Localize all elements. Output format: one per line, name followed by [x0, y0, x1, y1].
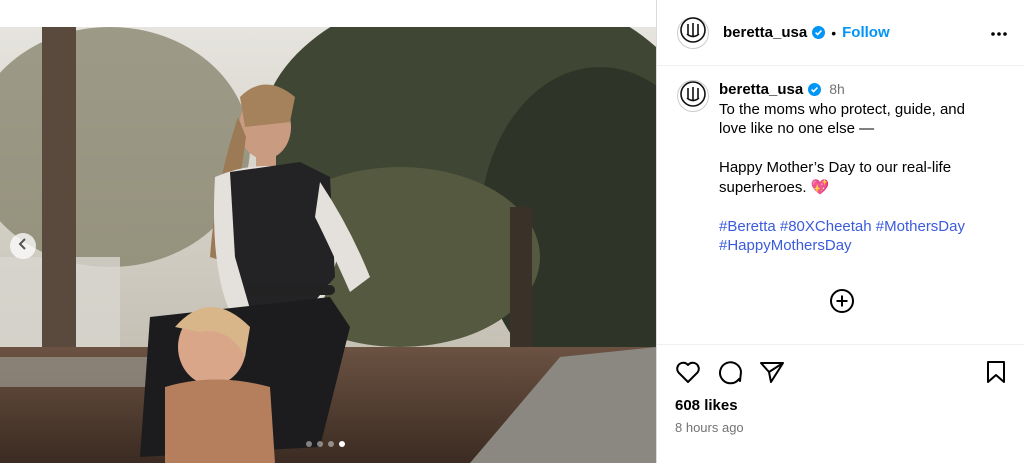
carousel-dot-active — [339, 441, 345, 447]
caption-username[interactable]: beretta_usa — [719, 80, 803, 100]
avatar[interactable] — [677, 16, 709, 49]
beretta-logo-icon — [680, 80, 706, 112]
caption-header: beretta_usa 8h — [719, 80, 965, 100]
caption-line: To the moms who protect, guide, and — [719, 100, 965, 118]
hashtag-link[interactable]: #HappyMothersDay — [719, 236, 965, 256]
post-time-long[interactable]: 8 hours ago — [657, 414, 1024, 435]
photo-top-margin — [0, 0, 656, 27]
beretta-logo-icon — [680, 17, 706, 48]
post-photo[interactable] — [0, 27, 656, 463]
carousel-indicator — [306, 441, 345, 447]
verified-badge-icon — [812, 26, 826, 39]
verified-badge-icon — [808, 83, 822, 97]
add-comment-icon[interactable] — [829, 288, 855, 319]
carousel-dot — [306, 441, 312, 447]
post-caption: beretta_usa 8h To the moms who protect, … — [657, 66, 1024, 256]
post-time-short[interactable]: 8h — [829, 80, 845, 100]
comment-icon[interactable] — [717, 359, 743, 385]
caption-line: love like no one else — — [719, 120, 875, 137]
header-username[interactable]: beretta_usa — [723, 24, 807, 41]
post-side-panel: beretta_usa • Follow beretta_usa 8h To t… — [656, 0, 1024, 463]
action-bar: 608 likes 8 hours ago — [657, 344, 1024, 435]
post-header: beretta_usa • Follow — [657, 0, 1024, 66]
photo-scene — [0, 27, 656, 463]
share-icon[interactable] — [759, 360, 785, 384]
caption-line: Happy Mother’s Day to our real-life — [719, 159, 952, 176]
follow-button[interactable]: Follow — [842, 24, 890, 41]
carousel-dot — [317, 441, 323, 447]
caption-line: superheroes. 💖 — [719, 178, 830, 196]
bookmark-icon[interactable] — [985, 360, 1007, 384]
carousel-dot — [328, 441, 334, 447]
caption-avatar[interactable] — [677, 80, 709, 112]
heart-icon[interactable] — [675, 360, 701, 384]
action-row — [657, 345, 1024, 385]
hashtag-link[interactable]: #Beretta #80XCheetah #MothersDay — [719, 217, 965, 237]
likes-count[interactable]: 608 likes — [657, 385, 1024, 414]
chevron-left-icon — [17, 237, 29, 255]
caption-body: beretta_usa 8h To the moms who protect, … — [719, 80, 965, 256]
more-options-icon[interactable] — [990, 24, 1008, 42]
header-separator: • — [831, 24, 837, 41]
carousel-prev-button[interactable] — [10, 233, 36, 259]
